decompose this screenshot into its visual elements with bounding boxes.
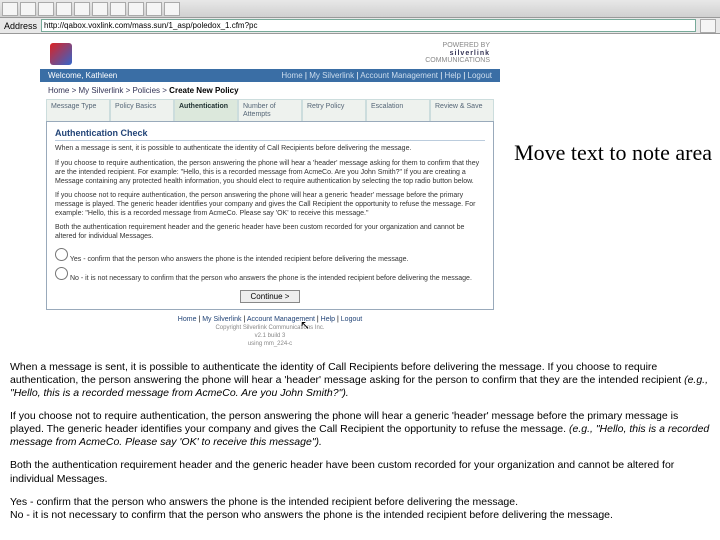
tab-escalation[interactable]: Escalation [366,99,430,121]
notes-p3: Both the authentication requirement head… [10,459,710,485]
auth-p2: If you choose not to require authenticat… [55,191,485,218]
auth-options: Yes - confirm that the person who answer… [55,246,485,284]
brand-text: POWERED BY silverlink COMMUNICATIONS [425,42,490,65]
favorites-icon[interactable] [110,2,126,16]
nav-account[interactable]: Account Management [360,71,438,80]
opt-yes-label: Yes - confirm that the person who answer… [70,256,409,263]
tab-review[interactable]: Review & Save [430,99,494,121]
home-icon[interactable] [74,2,90,16]
refresh-icon[interactable] [56,2,72,16]
auth-heading: Authentication Check [55,128,485,141]
url-input[interactable] [41,19,696,32]
address-bar: Address [0,18,720,34]
breadcrumb: Home > My Silverlink > Policies > Create… [40,82,500,99]
nav-logout[interactable]: Logout [468,71,492,80]
stop-icon[interactable] [38,2,54,16]
opt-no-row[interactable]: No - it is not necessary to confirm that… [55,265,485,284]
annotation-callout: Move text to note area [514,140,712,166]
timestamp-text: using mm_224-c [248,341,292,347]
welcome-links: Home | My Silverlink | Account Managemen… [281,71,492,80]
tab-retry[interactable]: Retry Policy [302,99,366,121]
auth-p3: Both the authentication requirement head… [55,223,485,241]
mail-icon[interactable] [146,2,162,16]
foot-logout[interactable]: Logout [341,316,362,323]
forward-icon[interactable] [20,2,36,16]
footer-links: Home | My Silverlink | Account Managemen… [40,310,500,325]
brand-sub: COMMUNICATIONS [425,57,490,64]
breadcrumb-current: Create New Policy [169,86,238,95]
button-row: Continue > [55,290,485,303]
wizard-tabs: Message Type Policy Basics Authenticatio… [46,99,494,122]
notes-p4: Yes - confirm that the person who answer… [10,496,710,522]
search-icon[interactable] [92,2,108,16]
notes-p1: When a message is sent, it is possible t… [10,361,710,400]
foot-home[interactable]: Home [178,316,197,323]
notes-p4-text: Yes - confirm that the person who answer… [10,496,518,508]
tab-message-type[interactable]: Message Type [46,99,110,121]
cursor-icon: ↖ [300,318,310,332]
tab-policy-basics[interactable]: Policy Basics [110,99,174,121]
foot-mysilverlink[interactable]: My Silverlink [202,316,241,323]
notes-p2: If you choose not to require authenticat… [10,410,710,449]
welcome-greeting: Welcome, Kathleen [48,71,117,80]
browser-toolbar [0,0,720,18]
version-text: v2.1 build 3 [255,333,286,339]
welcome-bar: Welcome, Kathleen Home | My Silverlink |… [40,69,500,82]
notes-p1a: When a message is sent, it is possible t… [10,361,684,386]
back-icon[interactable] [2,2,18,16]
powered-label: POWERED BY [443,42,490,49]
auth-intro: When a message is sent, it is possible t… [55,144,485,153]
logo-icon [50,43,72,65]
brand-name: silverlink [450,50,490,57]
notes-p5-text: No - it is not necessary to confirm that… [10,509,613,521]
tab-attempts[interactable]: Number of Attempts [238,99,302,121]
auth-panel: Authentication Check When a message is s… [46,122,494,310]
nav-mysilverlink[interactable]: My Silverlink [309,71,354,80]
brand-band: POWERED BY silverlink COMMUNICATIONS [40,38,500,69]
foot-help[interactable]: Help [321,316,335,323]
go-icon[interactable] [700,19,716,33]
screenshot-region: POWERED BY silverlink COMMUNICATIONS Wel… [0,38,720,355]
radio-no[interactable] [55,267,68,280]
nav-help[interactable]: Help [445,71,461,80]
address-label: Address [4,21,37,31]
print-icon[interactable] [164,2,180,16]
app-page: POWERED BY silverlink COMMUNICATIONS Wel… [40,38,500,355]
radio-yes[interactable] [55,248,68,261]
opt-yes-row[interactable]: Yes - confirm that the person who answer… [55,246,485,265]
nav-home[interactable]: Home [281,71,302,80]
copyright: Copyright Silverlink Communications Inc.… [40,325,500,354]
auth-p1: If you choose to require authentication,… [55,159,485,186]
breadcrumb-path: Home > My Silverlink > Policies > [48,86,167,95]
opt-no-label: No - it is not necessary to confirm that… [70,275,472,282]
history-icon[interactable] [128,2,144,16]
tab-authentication[interactable]: Authentication [174,99,238,121]
slide-notes: When a message is sent, it is possible t… [10,361,710,522]
continue-button[interactable]: Continue > [240,290,301,303]
